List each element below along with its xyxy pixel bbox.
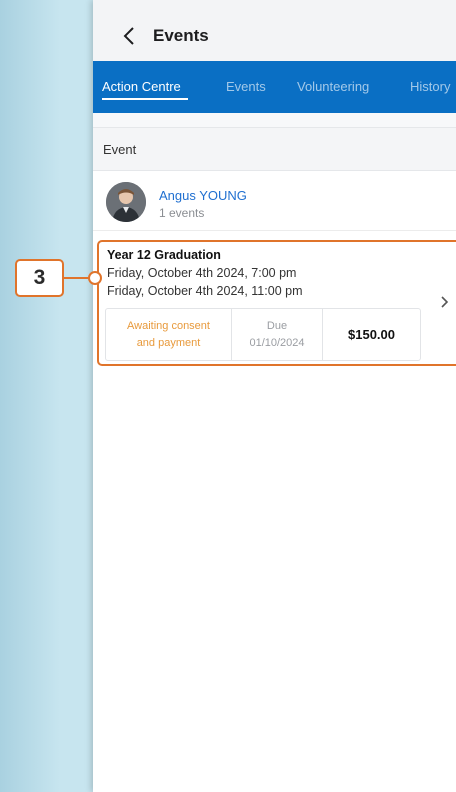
event-end-time: Friday, October 4th 2024, 11:00 pm bbox=[107, 284, 303, 298]
due-label: Due bbox=[266, 319, 288, 332]
event-start-time: Friday, October 4th 2024, 7:00 pm bbox=[107, 266, 297, 280]
spacer bbox=[93, 113, 456, 127]
person-row[interactable]: Angus YOUNG 1 events bbox=[93, 171, 456, 231]
callout-connector bbox=[64, 277, 90, 279]
phone-screen: Events Action Centre Events Volunteering… bbox=[93, 0, 456, 792]
callout-dot bbox=[88, 271, 102, 285]
event-title: Year 12 Graduation bbox=[107, 248, 221, 262]
page-title: Events bbox=[153, 25, 209, 45]
app-header: Events bbox=[93, 10, 456, 61]
event-status: Awaiting consent and payment bbox=[106, 309, 232, 360]
status-line-1: Awaiting consent bbox=[127, 319, 210, 332]
back-arrow-icon[interactable] bbox=[123, 25, 139, 47]
chevron-right-icon[interactable] bbox=[439, 292, 451, 312]
status-line-2: and payment bbox=[136, 336, 201, 349]
amount-value: $150.00 bbox=[348, 327, 395, 342]
tab-bar: Action Centre Events Volunteering Histor… bbox=[93, 61, 456, 113]
event-amount: $150.00 bbox=[323, 309, 420, 360]
tab-volunteering[interactable]: Volunteering bbox=[297, 61, 369, 113]
person-event-count: 1 events bbox=[159, 206, 205, 220]
background-shade bbox=[0, 0, 60, 792]
event-due: Due 01/10/2024 bbox=[232, 309, 323, 360]
status-bar bbox=[93, 0, 456, 10]
active-tab-indicator bbox=[102, 98, 188, 100]
avatar bbox=[106, 182, 146, 222]
section-header: Event bbox=[93, 127, 456, 171]
event-card[interactable]: Year 12 Graduation Friday, October 4th 2… bbox=[93, 240, 456, 368]
tab-events[interactable]: Events bbox=[226, 61, 266, 113]
tab-action-centre[interactable]: Action Centre bbox=[102, 61, 181, 113]
callout-number: 3 bbox=[15, 259, 64, 297]
tab-history[interactable]: History bbox=[410, 61, 450, 113]
person-name[interactable]: Angus YOUNG bbox=[159, 188, 247, 203]
event-info-box: Awaiting consent and payment Due 01/10/2… bbox=[105, 308, 421, 361]
due-date: 01/10/2024 bbox=[249, 336, 305, 349]
section-label: Event bbox=[103, 142, 137, 157]
